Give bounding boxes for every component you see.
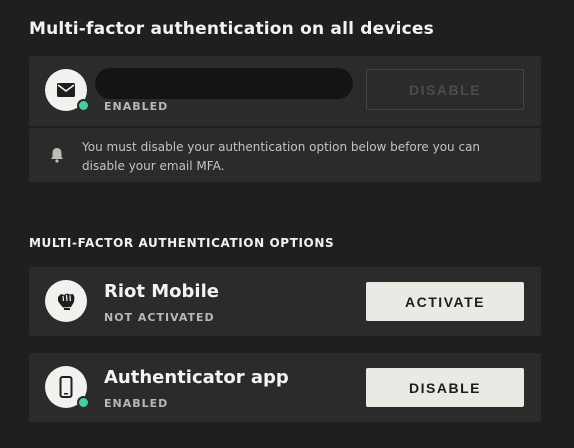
options-heading: MULTI-FACTOR AUTHENTICATION OPTIONS [29,236,335,250]
riot-mobile-avatar [45,280,87,322]
disable-authenticator-button[interactable]: DISABLE [366,368,524,407]
option-status: ENABLED [104,397,169,410]
bell-icon [51,148,63,163]
redacted-email [95,68,353,99]
notice-text: You must disable your authentication opt… [82,140,481,173]
authenticator-app-option: Authenticator app ENABLED DISABLE [29,353,541,422]
activate-riot-mobile-button[interactable]: ACTIVATE [366,282,524,321]
option-name: Authenticator app [104,367,289,388]
email-mfa-status: ENABLED [104,100,169,113]
disable-email-mfa-button[interactable]: DISABLE [366,69,524,110]
option-name: Riot Mobile [104,281,219,302]
phone-icon [59,376,73,398]
page-title: Multi-factor authentication on all devic… [29,19,434,39]
envelope-icon [57,83,75,97]
option-status: NOT ACTIVATED [104,311,215,324]
enabled-status-dot [77,396,90,409]
notice-card: You must disable your authentication opt… [29,128,541,182]
riot-mobile-option: Riot Mobile NOT ACTIVATED ACTIVATE [29,267,541,336]
email-mfa-card: ENABLED DISABLE [29,56,541,126]
authenticator-avatar [45,366,90,409]
riot-fist-icon [58,293,75,310]
enabled-status-dot [77,99,90,112]
email-avatar [45,69,90,112]
